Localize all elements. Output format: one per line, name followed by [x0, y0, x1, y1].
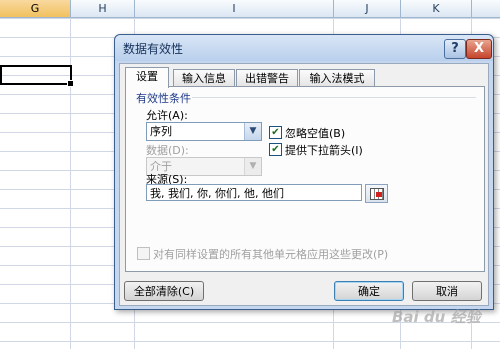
red-arrow-icon [376, 192, 382, 197]
clear-all-button[interactable]: 全部清除(C) [124, 281, 204, 301]
apply-all-label: 对有同样设置的所有其他单元格应用这些更改(P) [153, 248, 389, 261]
active-cell[interactable] [0, 65, 72, 85]
help-button[interactable]: ? [444, 39, 466, 59]
ok-button[interactable]: 确定 [334, 281, 404, 301]
dialog-title: 数据有效性 [123, 42, 184, 56]
column-header-next[interactable] [472, 0, 500, 18]
range-select-button[interactable] [365, 184, 388, 203]
close-button[interactable]: X [466, 39, 492, 59]
dialog-titlebar[interactable]: 数据有效性 ? X [115, 35, 493, 61]
group-divider [192, 97, 476, 98]
chevron-down-icon[interactable]: ▼ [244, 123, 261, 140]
dialog-body: 设置 输入信息 出错警告 输入法模式 有效性条件 允许(A): 序列 ▼ ✔ 忽… [119, 63, 489, 306]
dropdown-arrow-checkbox[interactable]: ✔ [269, 143, 282, 156]
allow-dropdown[interactable]: 序列 ▼ [146, 122, 262, 141]
source-input[interactable]: 我, 我们, 你, 你们, 他, 他们 [146, 184, 362, 201]
tab-ime-mode[interactable]: 输入法模式 [299, 69, 375, 87]
data-validation-dialog: 数据有效性 ? X 设置 输入信息 出错警告 输入法模式 有效性条件 允许(A)… [114, 34, 494, 310]
column-header-k[interactable]: K [401, 0, 472, 18]
column-headers: G H I J K [0, 0, 500, 18]
allow-label: 允许(A): [146, 109, 188, 122]
allow-value: 序列 [150, 125, 172, 138]
cancel-button[interactable]: 取消 [412, 281, 482, 301]
data-label: 数据(D): [146, 144, 189, 157]
tab-error-alert[interactable]: 出错警告 [236, 69, 298, 87]
column-header-i[interactable]: I [135, 0, 334, 18]
column-header-j[interactable]: J [334, 0, 401, 18]
ignore-blank-checkbox[interactable]: ✔ [269, 126, 282, 139]
dropdown-arrow-label: 提供下拉箭头(I) [285, 144, 363, 157]
ignore-blank-label: 忽略空值(B) [285, 127, 346, 140]
tab-settings[interactable]: 设置 [125, 67, 169, 88]
fill-handle[interactable] [67, 80, 74, 87]
apply-all-checkbox [137, 247, 150, 260]
chevron-down-icon: ▼ [244, 158, 261, 175]
checkmark-icon: ✔ [271, 144, 280, 155]
settings-panel: 有效性条件 允许(A): 序列 ▼ ✔ 忽略空值(B) ✔ 提供下拉箭头(I) … [125, 86, 485, 272]
tab-input-message[interactable]: 输入信息 [173, 69, 235, 87]
checkmark-icon: ✔ [271, 127, 280, 138]
column-header-g[interactable]: G [0, 0, 71, 18]
group-label: 有效性条件 [136, 92, 191, 105]
column-header-h[interactable]: H [71, 0, 135, 18]
baidu-watermark: Bai du 经验 [392, 308, 481, 326]
